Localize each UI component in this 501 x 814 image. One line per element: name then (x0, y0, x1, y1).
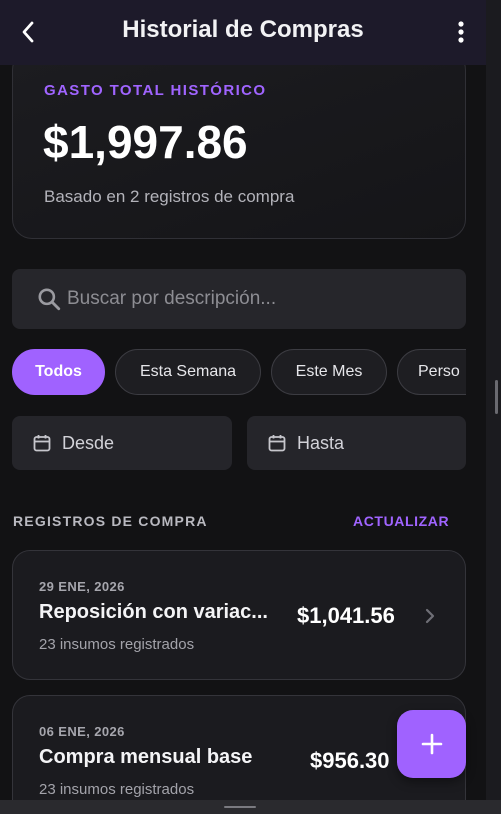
chip-personalizado[interactable]: Perso (397, 349, 466, 395)
record-date: 06 ENE, 2026 (39, 724, 125, 739)
chevron-right-icon (425, 608, 435, 624)
chip-label: Esta Semana (139, 363, 237, 380)
record-price: $1,041.56 (297, 603, 395, 628)
date-from-label: Desde (62, 433, 115, 453)
page-title: Historial de Compras (122, 16, 364, 43)
record-price: $956.30 (310, 748, 390, 773)
bottom-resize-bar[interactable] (0, 800, 501, 814)
purchase-record-card[interactable]: 29 ENE, 2026 Reposición con variac... 23… (12, 550, 466, 680)
chip-label: Perso (418, 363, 460, 380)
chip-todos[interactable]: Todos (12, 349, 105, 395)
chip-esta-semana[interactable]: Esta Semana (115, 349, 261, 395)
calendar-icon (268, 435, 286, 452)
app-bar: Historial de Compras (0, 0, 486, 65)
record-count: 23 insumos registrados (39, 781, 195, 798)
chip-label: Este Mes (295, 363, 363, 380)
total-spend-card: GASTO TOTAL HISTÓRICO $1,997.86 Basado e… (12, 50, 466, 239)
more-options-button[interactable] (448, 18, 474, 46)
chip-label: Todos (35, 363, 82, 380)
record-count: 23 insumos registrados (39, 636, 195, 653)
scrollbar-thumb[interactable] (495, 380, 498, 414)
add-purchase-button[interactable] (397, 710, 466, 778)
calendar-icon (33, 435, 51, 452)
refresh-button[interactable]: ACTUALIZAR (353, 513, 449, 529)
date-to-field[interactable]: Hasta (247, 416, 466, 470)
records-section-title: REGISTROS DE COMPRA (13, 513, 208, 529)
total-spend-subtitle: Basado en 2 registros de compra (44, 187, 295, 206)
total-spend-amount: $1,997.86 (43, 116, 248, 168)
scrollbar[interactable] (486, 0, 501, 814)
plus-icon (421, 733, 442, 755)
date-from-field[interactable]: Desde (12, 416, 232, 470)
more-vertical-icon (458, 21, 464, 43)
chip-este-mes[interactable]: Este Mes (271, 349, 387, 395)
search-icon (38, 288, 61, 311)
drag-handle[interactable] (224, 806, 256, 808)
main-content: GASTO TOTAL HISTÓRICO $1,997.86 Basado e… (0, 0, 486, 814)
record-name: Compra mensual base (39, 746, 253, 768)
search-input[interactable] (67, 281, 447, 317)
total-spend-label: GASTO TOTAL HISTÓRICO (44, 82, 267, 99)
filter-chips: Todos Esta Semana Este Mes Perso (12, 349, 466, 397)
record-name: Reposición con variac... (39, 601, 268, 623)
record-date: 29 ENE, 2026 (39, 579, 125, 594)
date-to-label: Hasta (297, 433, 345, 453)
search-bar[interactable] (12, 269, 466, 329)
